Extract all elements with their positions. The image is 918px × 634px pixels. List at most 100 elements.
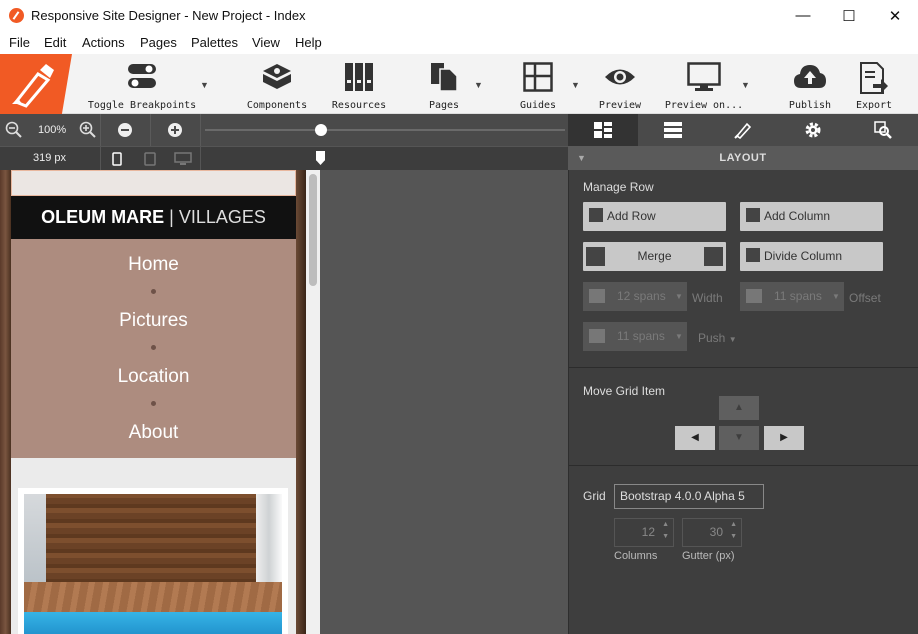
preview-on-button[interactable]: Preview on...	[662, 54, 746, 114]
design-canvas[interactable]: OLEUM MARE | VILLAGES Home Pictures Loca…	[0, 170, 568, 634]
brand-light-text: VILLAGES	[179, 207, 266, 227]
collapse-caret-icon[interactable]: ▼	[577, 146, 586, 170]
add-column-button[interactable]: Add Column	[740, 202, 883, 231]
breakpoint-bar: 319 px	[0, 146, 568, 170]
preview-on-dropdown-icon[interactable]: ▼	[741, 80, 750, 90]
pages-dropdown-icon[interactable]: ▼	[474, 80, 483, 90]
columns-field[interactable]: 12 ▲▼	[614, 518, 674, 547]
spinner-icon[interactable]: ▲▼	[730, 519, 737, 543]
menu-actions[interactable]: Actions	[82, 35, 125, 50]
scrollbar-thumb[interactable]	[309, 174, 317, 286]
minimize-button[interactable]: —	[780, 0, 826, 31]
menu-help[interactable]: Help	[295, 35, 322, 50]
offset-spans-select[interactable]: 11 spans ▼	[740, 282, 844, 311]
page-preview[interactable]: OLEUM MARE | VILLAGES Home Pictures Loca…	[11, 170, 296, 634]
width-label: Width	[692, 291, 723, 305]
width-slider-handle[interactable]	[315, 124, 327, 136]
width-increase-icon[interactable]	[167, 122, 183, 138]
nav-link-pictures[interactable]: Pictures	[11, 310, 296, 332]
brush-icon	[734, 121, 752, 139]
merge-right-icon[interactable]	[704, 247, 723, 266]
columns-label: Columns	[614, 550, 657, 562]
move-right-button[interactable]: ▶	[764, 426, 804, 450]
menu-pages[interactable]: Pages	[140, 35, 177, 50]
tablet-icon[interactable]	[144, 152, 156, 166]
layout-panel-header[interactable]: ▼ LAYOUT	[568, 146, 918, 170]
gutter-value: 30	[710, 525, 723, 539]
chevron-down-icon: ▼	[729, 335, 737, 344]
menu-view[interactable]: View	[252, 35, 280, 50]
menu-edit[interactable]: Edit	[44, 35, 66, 50]
brand-bold-text: OLEUM MARE	[41, 207, 164, 227]
inspect-icon	[874, 121, 892, 139]
divide-column-icon	[746, 248, 760, 262]
width-spans-select[interactable]: 12 spans ▼	[583, 282, 687, 311]
desktop-icon[interactable]	[174, 152, 192, 166]
nav-link-location[interactable]: Location	[11, 366, 296, 388]
zoom-level: 100%	[38, 124, 66, 136]
export-label: Export	[850, 100, 898, 111]
gutter-field[interactable]: 30 ▲▼	[682, 518, 742, 547]
offset-label: Offset	[849, 291, 881, 305]
merge-left-icon[interactable]	[586, 247, 605, 266]
menu-file[interactable]: File	[9, 35, 30, 50]
tab-style[interactable]	[708, 114, 778, 146]
guides-dropdown-icon[interactable]: ▼	[571, 80, 580, 90]
cloud-upload-icon	[793, 62, 827, 90]
tab-settings[interactable]	[778, 114, 848, 146]
zoom-in-icon[interactable]	[79, 121, 97, 139]
image-card[interactable]	[18, 488, 288, 634]
tab-inspect[interactable]	[848, 114, 918, 146]
app-brand-logo	[0, 54, 72, 114]
export-button[interactable]: Export	[850, 54, 898, 114]
grid-framework-select[interactable]: Bootstrap 4.0.0 Alpha 5	[614, 484, 764, 509]
top-row-placeholder[interactable]	[11, 170, 296, 196]
toggle-breakpoints-button[interactable]: Toggle Breakpoints	[86, 54, 198, 114]
menu-palettes[interactable]: Palettes	[191, 35, 238, 50]
resources-button[interactable]: Resources	[328, 54, 390, 114]
push-label: Push	[698, 331, 725, 345]
resources-icon	[344, 62, 374, 92]
preview-scrollbar[interactable]	[306, 170, 320, 634]
tab-layout[interactable]	[568, 114, 638, 146]
toggle-breakpoints-label: Toggle Breakpoints	[86, 100, 198, 111]
publish-button[interactable]: Publish	[784, 54, 836, 114]
width-slider-track[interactable]	[205, 129, 565, 131]
move-down-button[interactable]: ▼	[719, 426, 759, 450]
move-left-button[interactable]: ◀	[675, 426, 715, 450]
divide-column-button[interactable]: Divide Column	[740, 242, 883, 271]
add-row-label: Add Row	[607, 209, 656, 223]
toggle-icon	[127, 62, 157, 90]
merge-button[interactable]: Merge	[583, 242, 726, 271]
push-spans-select[interactable]: 11 spans ▼	[583, 322, 687, 351]
site-brand-header[interactable]: OLEUM MARE | VILLAGES	[11, 196, 296, 239]
phone-icon[interactable]	[112, 152, 122, 166]
brand-separator: |	[169, 207, 174, 227]
tab-list[interactable]	[638, 114, 708, 146]
toggle-breakpoints-dropdown-icon[interactable]: ▼	[200, 80, 209, 90]
preview-button[interactable]: Preview	[594, 54, 646, 114]
divide-column-label: Divide Column	[764, 249, 842, 263]
menu-bar: File Edit Actions Pages Palettes View He…	[0, 31, 918, 54]
push-mode-select[interactable]: Push ▼	[698, 331, 737, 345]
zoom-out-icon[interactable]	[5, 121, 23, 139]
close-button[interactable]: ✕	[872, 0, 918, 31]
add-column-label: Add Column	[764, 209, 830, 223]
pages-button[interactable]: Pages	[420, 54, 468, 114]
components-button[interactable]: Components	[240, 54, 314, 114]
chevron-down-icon: ▼	[832, 282, 840, 311]
width-spans-value: 12 spans	[617, 282, 666, 311]
guides-button[interactable]: Guides	[514, 54, 562, 114]
preview-on-label: Preview on...	[662, 100, 746, 111]
nav-link-home[interactable]: Home	[11, 254, 296, 276]
nav-link-about[interactable]: About	[11, 422, 296, 444]
breakpoint-marker[interactable]	[316, 151, 325, 165]
add-row-icon	[589, 208, 603, 222]
publish-label: Publish	[784, 100, 836, 111]
width-decrease-icon[interactable]	[117, 122, 133, 138]
spinner-icon[interactable]: ▲▼	[662, 519, 669, 543]
maximize-button[interactable]: ☐	[826, 0, 872, 31]
add-row-button[interactable]: Add Row	[583, 202, 726, 231]
move-up-button[interactable]: ▲	[719, 396, 759, 420]
merge-label: Merge	[637, 249, 671, 263]
